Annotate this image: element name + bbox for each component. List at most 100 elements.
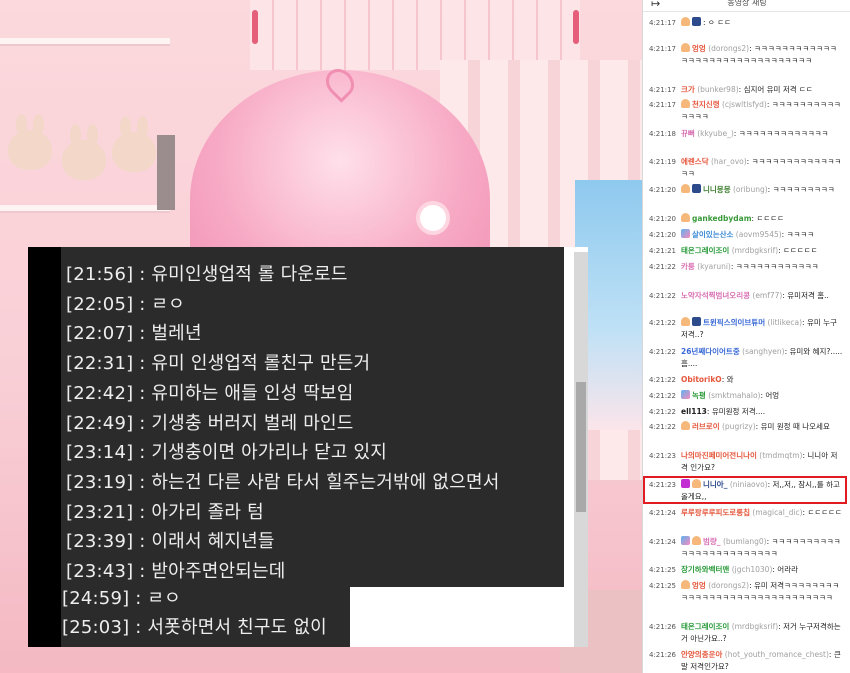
message-text: ㅋㅋㅋㅋㅋㅋㅋㅋㅋㅋㅋㅋㅋ bbox=[738, 129, 829, 138]
message-user-id[interactable]: (cjswltlsfyd) bbox=[722, 100, 767, 109]
message-user-id[interactable]: (litlikeca) bbox=[768, 318, 803, 327]
message-text: 심지어 유미 저격 ㄷㄷ bbox=[743, 85, 813, 94]
message-nickname[interactable]: 노약자석찍범녀오리콩 bbox=[681, 291, 750, 300]
shelf-post bbox=[157, 135, 175, 210]
message-text: ㄷㄷㄷㄷ bbox=[756, 214, 785, 223]
message-timestamp: 4:21:22 bbox=[649, 423, 676, 431]
chat-log-scroll-thumb[interactable] bbox=[576, 382, 586, 512]
message-user-id[interactable]: (dorongs2) bbox=[708, 44, 749, 53]
message-timestamp: 4:21:22 bbox=[649, 348, 676, 356]
chat-message: 4:21:17 천지신령 (cjswltlsfyd): ㅋㅋㅋㅋㅋㅋㅋㅋㅋㅋㅋㅋㅋ… bbox=[649, 99, 841, 121]
message-nickname[interactable]: 나의마진페미어전니나이 bbox=[681, 451, 757, 460]
message-user-id[interactable]: (emf77) bbox=[752, 291, 782, 300]
chat-title: 동영상 채팅 bbox=[727, 0, 767, 7]
chat-log-line: [23:14] : 기생충이면 아가리나 닫고 있지 bbox=[66, 442, 388, 463]
chat-message: 4:21:19 에렌스닥 (har_ovo): ㅋㅋㅋㅋㅋㅋㅋㅋㅋㅋㅋㅋㅋㅋㅋ bbox=[649, 157, 842, 178]
video-chat-panel: ↦ 동영상 채팅 4:21:17: ㅇ ㄷㄷ 4:21:17 엉엉 (dorongs… bbox=[642, 0, 850, 673]
chat-message: 4:21:22 카룽 (kyaruni): ㅋㅋㅋㅋㅋㅋㅋㅋㅋㅋㅋㅋ bbox=[649, 262, 819, 271]
message-nickname[interactable]: 범량_ bbox=[703, 537, 721, 546]
message-user-id[interactable]: (mrdbgksrif) bbox=[732, 622, 778, 631]
message-nickname[interactable]: 장기하와백터맨 bbox=[681, 565, 729, 574]
message-text: ㅇ ㄷㄷ bbox=[707, 18, 732, 27]
message-user-id[interactable]: (hot_youth_romance_chest) bbox=[725, 650, 829, 659]
subscriber-badge-icon bbox=[681, 43, 690, 52]
message-timestamp: 4:21:17 bbox=[649, 19, 676, 27]
mobile-badge-icon bbox=[692, 317, 701, 326]
chat-message: 4:21:23 나의마진페미어전니나이 (tmdmqtm): 니니아 저격 인가요… bbox=[649, 451, 838, 472]
message-nickname[interactable]: gankedbydam bbox=[692, 214, 752, 223]
message-text: ㅋㅋㅋㅋㅋㅋㅋㅋㅋ bbox=[772, 185, 835, 194]
message-nickname[interactable]: 엉엉 bbox=[692, 44, 706, 53]
message-nickname[interactable]: 살이있는산소 bbox=[692, 230, 733, 239]
message-user-id[interactable]: (har_ovo) bbox=[711, 157, 747, 166]
chat-message: 4:21:22 26년째다이어트중 (sanghyen): 유미와 혜지?....… bbox=[649, 347, 843, 368]
message-nickname[interactable]: ell113 bbox=[681, 407, 707, 416]
chat-log-line: [25:03] : 서폿하면서 친구도 없이 bbox=[62, 617, 327, 638]
chat-message: 4:21:17 엉엉 (dorongs2): ㅋㅋㅋㅋㅋㅋㅋㅋㅋㅋㅋㅋㅋㅋㅋㅋㅋㅋ… bbox=[649, 43, 837, 65]
subscriber-badge-icon bbox=[681, 421, 690, 430]
message-nickname[interactable]: 루루팡루루피도로롱칩 bbox=[681, 508, 750, 517]
message-user-id[interactable]: (pugrizy) bbox=[722, 422, 756, 431]
message-user-id[interactable]: (jgch1030) bbox=[732, 565, 773, 574]
message-timestamp: 4:21:26 bbox=[649, 651, 676, 659]
subscriber-badge-icon bbox=[681, 580, 690, 589]
message-user-id[interactable]: (aovm9545) bbox=[736, 230, 782, 239]
message-timestamp: 4:21:22 bbox=[649, 392, 676, 400]
message-nickname[interactable]: 러브로이 bbox=[692, 422, 720, 431]
message-timestamp: 4:21:23 bbox=[649, 452, 676, 460]
message-user-id[interactable]: (oribung) bbox=[733, 185, 768, 194]
message-user-id[interactable]: (sanghyen) bbox=[742, 347, 784, 356]
message-user-id[interactable]: (mrdbgksrif) bbox=[732, 246, 778, 255]
message-timestamp: 4:21:19 bbox=[649, 158, 676, 166]
chat-log-sidebar bbox=[28, 247, 61, 647]
message-text: ㅋㅋㅋㅋㅋㅋㅋㅋㅋㅋㅋㅋ bbox=[735, 262, 819, 271]
message-nickname[interactable]: 26년째다이어트중 bbox=[681, 347, 740, 356]
chat-message: 4:21:26 안양의종운아 (hot_youth_romance_chest):… bbox=[649, 650, 841, 671]
message-user-id[interactable]: (bunker98) bbox=[697, 85, 738, 94]
message-user-id[interactable]: (bumlang0) bbox=[723, 537, 767, 546]
message-timestamp: 4:21:25 bbox=[649, 582, 676, 590]
mobile-badge-icon bbox=[692, 184, 701, 193]
message-user-id[interactable]: (smktmahalo) bbox=[708, 391, 760, 400]
chat-message: 4:21:22 러브로이 (pugrizy): 유미 원정 때 나오세요 bbox=[649, 421, 830, 431]
mobile-badge-icon bbox=[692, 17, 701, 26]
message-user-id[interactable]: (dorongs2) bbox=[708, 581, 749, 590]
message-user-id[interactable]: (magical_dic) bbox=[752, 508, 802, 517]
message-user-id[interactable]: (kkyube_) bbox=[697, 129, 734, 138]
bunny-plush bbox=[112, 116, 156, 172]
message-nickname[interactable]: 녹평 bbox=[692, 391, 706, 400]
chat-message: 4:21:22 ell113: 유미원정 저격.... bbox=[649, 407, 766, 416]
chat-message: 4:21:20 살이있는산소 (aovm9545): ㅋㅋㅋㅋ bbox=[649, 229, 815, 239]
chat-log-line: [23:21] : 아가리 졸라 텀 bbox=[66, 502, 264, 523]
message-text: 유미 원정 때 나오세요 bbox=[760, 422, 830, 431]
message-nickname[interactable]: ObitorikO bbox=[681, 375, 722, 384]
message-timestamp: 4:21:20 bbox=[649, 186, 676, 194]
chat-log-line: [22:49] : 기생충 버러지 벌레 마인드 bbox=[66, 413, 354, 434]
chat-message: 4:21:26 태온그레이조이 (mrdbgksrif): 저거 누구저격하는거 … bbox=[649, 622, 841, 643]
message-nickname[interactable]: 카룽 bbox=[681, 262, 695, 271]
message-nickname[interactable]: 엉엉 bbox=[692, 581, 706, 590]
message-timestamp: 4:21:22 bbox=[649, 376, 676, 384]
message-nickname[interactable]: 천지신령 bbox=[692, 100, 720, 109]
chat-log-line: [23:39] : 이래서 혜지년들 bbox=[66, 531, 275, 552]
message-nickname[interactable]: 안양의종운아 bbox=[681, 650, 722, 659]
message-nickname[interactable]: 트윈픽스의이브튜머 bbox=[703, 318, 765, 327]
message-nickname[interactable]: 태온그레이조이 bbox=[681, 246, 729, 255]
message-timestamp: 4:21:20 bbox=[649, 231, 676, 239]
message-text: 유미원정 저격.... bbox=[711, 407, 766, 416]
wall-peg bbox=[573, 10, 579, 44]
message-nickname[interactable]: 태온그레이조이 bbox=[681, 622, 729, 631]
message-user-id[interactable]: (kyaruni) bbox=[697, 262, 731, 271]
message-nickname[interactable]: 에렌스닥 bbox=[681, 157, 709, 166]
message-nickname[interactable]: 크가 bbox=[681, 85, 695, 94]
message-nickname[interactable]: 니니몽몽 bbox=[703, 185, 731, 194]
bunny-plush bbox=[62, 124, 106, 180]
chat-message: 4:21:22 녹평 (smktmahalo): 어엉 bbox=[649, 390, 780, 400]
subscriber-badge-icon bbox=[681, 317, 690, 326]
message-timestamp: 4:21:22 bbox=[649, 408, 676, 416]
message-timestamp: 4:21:17 bbox=[649, 86, 676, 94]
message-text: 와 bbox=[726, 375, 734, 384]
subscriber-badge-icon bbox=[681, 184, 690, 193]
message-user-id[interactable]: (tmdmqtm) bbox=[759, 451, 802, 460]
message-nickname[interactable]: 뀨뻐 bbox=[681, 129, 695, 138]
